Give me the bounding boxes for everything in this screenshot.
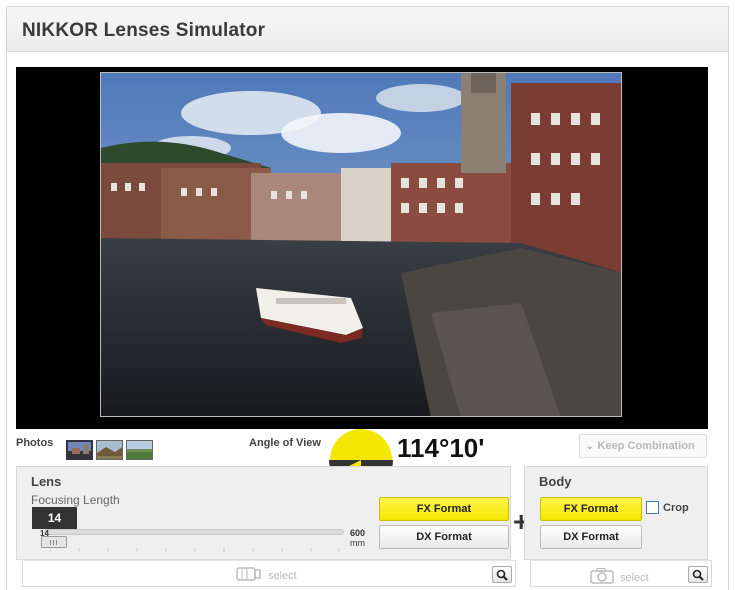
focusing-length-label: Focusing Length (31, 493, 120, 507)
title-bar: NIKKOR Lenses Simulator (7, 7, 728, 52)
camera-icon (590, 568, 614, 587)
lens-search-button[interactable] (492, 566, 512, 583)
thumbnail-landscape-2[interactable] (126, 440, 153, 460)
angle-of-view-value: 114°10' (397, 433, 485, 463)
focal-length-display: 14 (32, 507, 77, 529)
lens-dx-format-button[interactable]: DX Format (379, 525, 509, 549)
slider-max-label: 600 mm (350, 528, 365, 548)
angle-of-view-label: Angle of View (249, 437, 321, 449)
lens-fx-format-button[interactable]: FX Format (379, 497, 509, 521)
chevron-down-icon: ⌄ (586, 440, 594, 451)
crop-checkbox-box[interactable] (646, 501, 659, 514)
focal-length-slider-thumb[interactable] (41, 536, 67, 548)
focal-length-slider-track[interactable] (44, 529, 344, 535)
lens-icon (236, 566, 262, 585)
keep-combination-button[interactable]: ⌄ Keep Combination (579, 434, 707, 458)
body-select-label: select (620, 571, 649, 584)
slider-ticks (49, 539, 340, 552)
angle-of-view-gauge (329, 428, 393, 468)
thumbnail-landscape-1[interactable] (96, 440, 123, 460)
lens-title: Lens (31, 474, 62, 489)
photos-label: Photos (16, 437, 54, 449)
body-search-button[interactable] (688, 566, 708, 583)
crop-label: Crop (663, 501, 689, 514)
body-dx-format-button[interactable]: DX Format (540, 525, 642, 549)
simulated-photo (100, 72, 622, 417)
body-select[interactable]: select (590, 568, 649, 587)
body-fx-format-button[interactable]: FX Format (540, 497, 642, 521)
thumbnail-city-canal[interactable] (66, 440, 93, 460)
page-title: NIKKOR Lenses Simulator (22, 20, 266, 41)
lens-select[interactable]: select (236, 566, 297, 585)
crop-checkbox[interactable]: Crop (646, 501, 689, 514)
body-title: Body (539, 474, 572, 489)
grip-lines (50, 540, 59, 545)
slider-max-unit: mm (350, 538, 366, 548)
keep-combination-label: Keep Combination (597, 440, 695, 452)
slider-max-value: 600 (350, 528, 366, 538)
lens-select-label: select (268, 569, 297, 582)
photo-viewer (16, 67, 708, 429)
search-icon (496, 569, 508, 581)
search-icon (692, 569, 704, 581)
